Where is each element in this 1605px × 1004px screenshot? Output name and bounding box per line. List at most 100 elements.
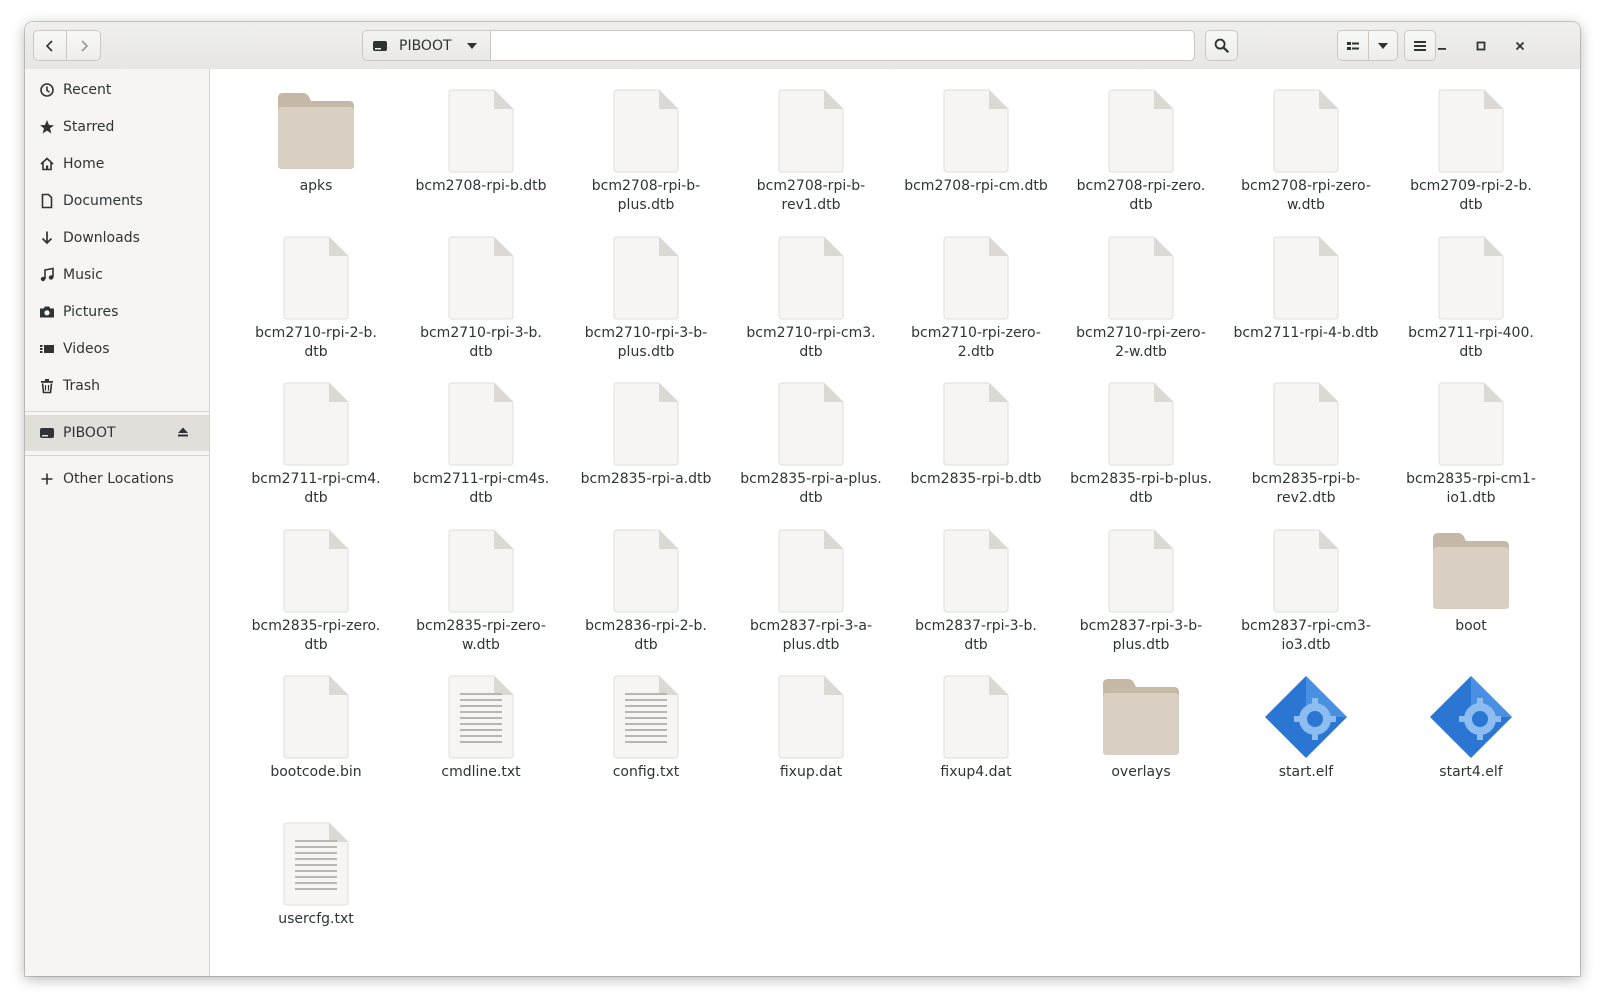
file-icon — [399, 376, 563, 472]
file-name-line: bcm2711-rpi-400. — [1408, 324, 1534, 341]
sidebar-item-starred[interactable]: Starred — [25, 109, 209, 145]
file-name: fixup4.dat — [940, 764, 1012, 780]
file-icon — [894, 669, 1058, 765]
chevron-left-icon — [45, 39, 53, 52]
chevron-down-icon — [1378, 42, 1388, 49]
file-icon — [234, 376, 398, 472]
file-name: bcm2710-rpi-zero- 2.dtb — [894, 324, 1058, 362]
sidebar-item-label: Downloads — [63, 230, 140, 246]
file-name-line: bcm2708-rpi-zero- — [1241, 178, 1371, 194]
file-icon — [1059, 83, 1223, 179]
file-name-line: rev1.dtb — [781, 197, 841, 213]
file-name-line: bcm2837-rpi-3-b. — [915, 617, 1037, 634]
file-icon — [729, 376, 893, 472]
file-icon — [1224, 230, 1388, 326]
file-icon — [399, 230, 563, 326]
file-icon — [729, 83, 893, 179]
file-name: bcm2835-rpi-cm1- io1.dtb — [1389, 470, 1553, 508]
file-name: boot — [1455, 617, 1487, 634]
file-name-line: bcm2708-rpi-zero. — [1076, 178, 1206, 194]
file-icon — [729, 230, 893, 326]
file-name: bcm2710-rpi-zero- 2-w.dtb — [1059, 324, 1223, 362]
file-name-line: plus.dtb — [617, 343, 675, 360]
file-icon — [564, 376, 728, 472]
file-name: bcm2710-rpi-cm3. dtb — [729, 324, 893, 362]
file-name: bcm2837-rpi-3-b-plus.dtb — [1059, 617, 1223, 655]
sidebar-item-label: Pictures — [63, 304, 119, 320]
file-name: fixup.dat — [779, 764, 843, 780]
header-bar: PIBOOT — [25, 22, 1580, 70]
file-icon — [1059, 230, 1223, 326]
file-name-line: bcm2711-rpi-cm4. — [251, 471, 381, 487]
file-name: bcm2835-rpi-b-plus. dtb — [1059, 470, 1223, 508]
folder-icon — [1389, 523, 1553, 619]
sidebar-item-recent[interactable]: Recent — [25, 72, 209, 108]
file-name: config.txt — [612, 764, 680, 780]
sidebar-item-videos[interactable]: Videos — [25, 331, 209, 367]
sidebar-item-music[interactable]: Music — [25, 257, 209, 293]
file-name: start.elf — [1278, 764, 1334, 780]
file-name: bcm2710-rpi-3-b-plus.dtb — [564, 324, 728, 362]
file-name-line: bcm2709-rpi-2-b. — [1410, 178, 1532, 194]
hamburger-menu-icon — [1414, 40, 1426, 51]
view-mode-button[interactable] — [1337, 30, 1369, 61]
file-name-line: bcm2710-rpi-zero- — [911, 324, 1041, 341]
home-icon — [39, 156, 55, 172]
search-icon — [1214, 38, 1229, 53]
file-name-line: bcm2836-rpi-2-b. — [585, 617, 707, 634]
file-icon — [894, 376, 1058, 472]
folder-icon — [234, 83, 398, 179]
file-name: bcm2708-rpi-b-plus.dtb — [564, 177, 728, 215]
file-name-line: dtb — [964, 636, 988, 653]
file-name: apks — [299, 178, 333, 194]
path-bar[interactable]: PIBOOT — [362, 30, 1195, 61]
sidebar-item-home[interactable]: Home — [25, 146, 209, 182]
forward-button[interactable] — [67, 30, 101, 61]
sidebar-item-documents[interactable]: Documents — [25, 183, 209, 219]
camera-icon — [39, 304, 55, 320]
file-name-line: w.dtb — [462, 636, 500, 653]
sidebar-item-other-locations[interactable]: Other Locations — [25, 461, 209, 497]
drive-icon — [373, 40, 387, 51]
file-name: bcm2708-rpi-b-rev1.dtb — [729, 177, 893, 215]
sidebar-item-label: Starred — [63, 119, 115, 135]
music-icon — [39, 267, 55, 283]
file-name-line: bcm2710-rpi-cm3. — [746, 324, 876, 341]
file-name-line: bcm2837-rpi-3-a- — [749, 617, 873, 634]
view-options-button[interactable] — [1368, 30, 1398, 61]
eject-icon[interactable] — [177, 426, 189, 442]
back-button[interactable] — [33, 30, 67, 61]
file-name-line: bcm2835-rpi-zero. — [251, 617, 381, 634]
file-icon — [1224, 376, 1388, 472]
star-icon — [39, 119, 55, 135]
search-button[interactable] — [1205, 30, 1238, 61]
file-name-line: dtb — [1459, 197, 1483, 213]
file-icon — [1224, 523, 1388, 619]
minimize-button[interactable] — [1430, 34, 1454, 58]
document-icon — [39, 193, 55, 209]
file-name: bcm2708-rpi-zero. dtb — [1059, 177, 1223, 215]
file-name: bcm2710-rpi-2-b. dtb — [234, 324, 398, 362]
sidebar-item-downloads[interactable]: Downloads — [25, 220, 209, 256]
file-icon — [1389, 83, 1553, 179]
file-manager-window: PIBOOT Recent Starred Home Documents Dow… — [25, 22, 1580, 976]
close-button[interactable] — [1508, 34, 1532, 58]
file-name: bcm2835-rpi-a.dtb — [580, 471, 712, 487]
text-file-icon — [234, 816, 398, 912]
file-name: bcm2708-rpi-b.dtb — [415, 178, 547, 194]
sidebar-item-trash[interactable]: Trash — [25, 368, 209, 404]
file-name: bcm2837-rpi-3-b. dtb — [894, 617, 1058, 655]
file-name: bcm2711-rpi-cm4s. dtb — [399, 470, 563, 508]
file-name-line: plus.dtb — [782, 636, 840, 653]
file-name-line: 2.dtb — [957, 343, 995, 360]
maximize-button[interactable] — [1469, 34, 1493, 58]
file-name-line: dtb — [1459, 343, 1483, 360]
executable-icon — [1389, 669, 1553, 765]
file-icon — [729, 523, 893, 619]
sidebar-item-pictures[interactable]: Pictures — [25, 294, 209, 330]
sidebar-separator — [25, 455, 209, 456]
file-name-line: io3.dtb — [1281, 636, 1331, 653]
sidebar-item-piboot[interactable]: PIBOOT — [25, 415, 209, 451]
sidebar-item-label: Documents — [63, 193, 143, 209]
path-segment-piboot[interactable]: PIBOOT — [363, 31, 491, 60]
